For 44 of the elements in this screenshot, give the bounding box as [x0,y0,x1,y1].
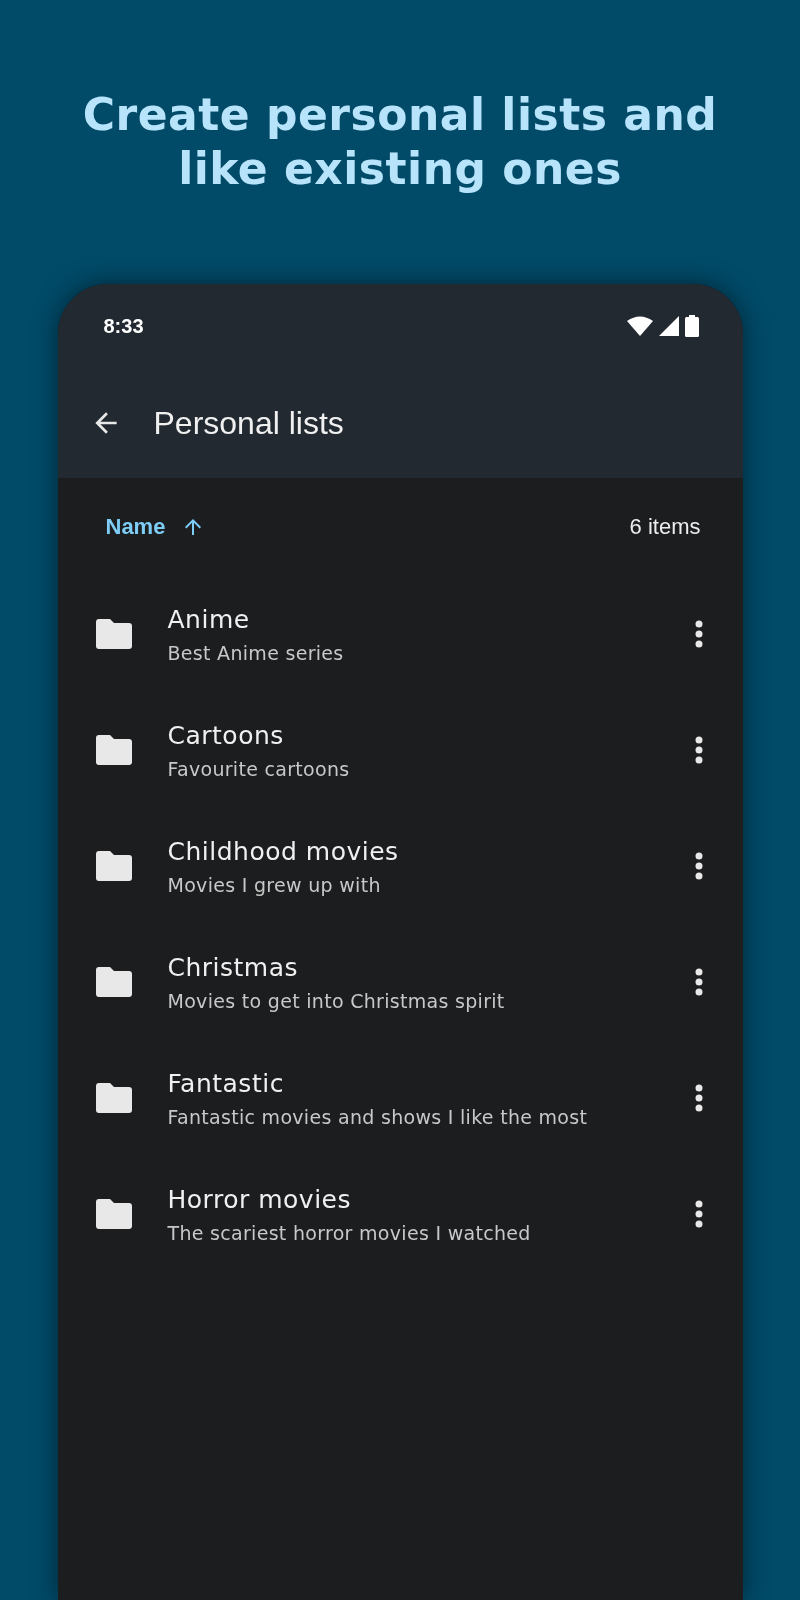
list-description: Best Anime series [167,641,345,664]
folder-icon [95,1083,132,1113]
more-button[interactable] [694,620,703,648]
list-name: Anime [167,604,251,634]
wifi-icon [626,316,653,336]
list-name: Horror movies [167,1184,352,1214]
list-description: Fantastic movies and shows I like the most [167,1105,589,1128]
more-button[interactable] [694,968,703,996]
list-description: Movies to get into Christmas spirit [167,989,506,1012]
signal-icon [658,316,679,336]
list-description: The scariest horror movies I watched [167,1221,532,1244]
more-icon [694,968,703,996]
list-row[interactable]: Cartoons Favourite cartoons [57,692,743,808]
list-name: Christmas [167,952,300,982]
screen-title: Personal lists [153,404,344,442]
item-count: 6 items [629,514,701,540]
headline: Create personal lists and like existing ones [81,88,719,196]
more-button[interactable] [694,1200,703,1228]
list-row[interactable]: Childhood movies Movies I grew up with [57,808,743,924]
folder-icon [95,619,132,649]
status-time: 8:33 [103,314,144,338]
more-icon [694,1084,703,1112]
folder-icon [95,1199,132,1229]
sort-button[interactable]: Name [105,514,206,540]
list-name: Cartoons [167,720,285,750]
list-description: Movies I grew up with [167,873,382,896]
list-row[interactable]: Fantastic Fantastic movies and shows I like the most [57,1040,743,1156]
more-button[interactable] [694,736,703,764]
list-name: Childhood movies [167,836,400,866]
folder-icon [95,967,132,997]
list-name: Fantastic [167,1068,285,1098]
folder-icon [95,735,132,765]
folder-icon [95,851,132,881]
more-icon [694,852,703,880]
more-icon [694,620,703,648]
list-row[interactable]: Horror movies The scariest horror movies I watched [57,1156,743,1272]
battery-icon [684,315,699,337]
list-row[interactable]: Anime Best Anime series [57,576,743,692]
more-button[interactable] [694,852,703,880]
more-icon [694,1200,703,1228]
more-button[interactable] [694,1084,703,1112]
list-row[interactable]: Christmas Movies to get into Christmas spirit [57,924,743,1040]
list-description: Favourite cartoons [167,757,351,780]
more-icon [694,736,703,764]
